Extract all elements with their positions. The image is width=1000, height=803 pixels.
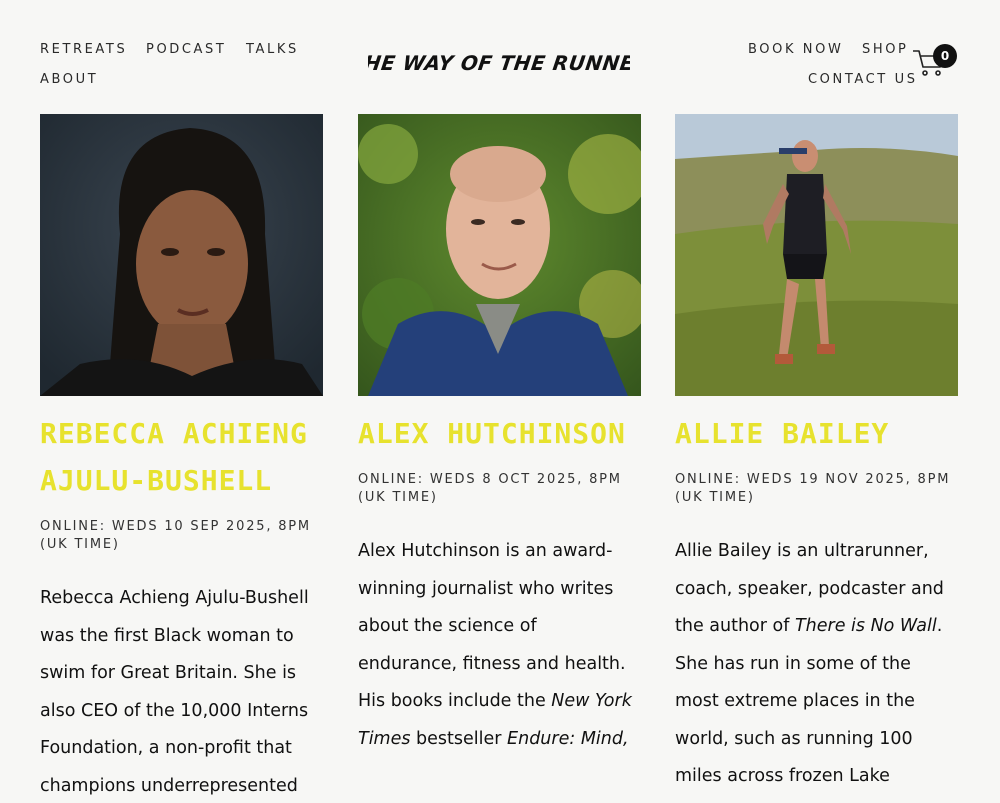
nav-about[interactable]: ABOUT [40,72,98,87]
bio-text: Alex Hutchinson is an award-winning jour… [358,541,626,711]
nav-book-now[interactable]: BOOK NOW [748,42,843,57]
speaker-card: REBECCA ACHIENG AJULU-BUSHELL ONLINE: WE… [40,114,323,803]
speaker-card: ALLIE BAILEY ONLINE: WEDS 19 NOV 2025, 8… [675,114,958,803]
bio-text: Rebecca Achieng Ajulu-Bushell was the fi… [40,588,309,796]
speaker-bio: Allie Bailey is an ultrarunner, coach, s… [675,533,958,803]
speaker-photo[interactable] [675,114,958,396]
speaker-bio: Rebecca Achieng Ajulu-Bushell was the fi… [40,580,323,803]
speaker-name[interactable]: REBECCA ACHIENG AJULU-BUSHELL [40,410,323,504]
site-logo[interactable]: THE WAY OF THE RUNNER [348,42,651,82]
nav-contact-us[interactable]: CONTACT US [808,72,918,87]
speaker-date: ONLINE: WEDS 10 SEP 2025, 8PM (UK TIME) [40,519,311,552]
logo-text: THE WAY OF THE RUNNER [368,51,630,75]
nav-talks[interactable]: TALKS [246,42,299,57]
bio-italic-text: There is No Wall [794,616,937,636]
speaker-date: ONLINE: WEDS 8 OCT 2025, 8PM (UK TIME) [358,472,622,505]
bio-text: bestseller [410,728,508,749]
speaker-date: ONLINE: WEDS 19 NOV 2025, 8PM (UK TIME) [675,472,951,505]
nav-shop[interactable]: SHOP [862,42,909,57]
bio-italic-text: Endure: Mind, [507,728,629,749]
bio-text: . She has run in some of the most extrem… [675,616,943,786]
speaker-card: ALEX HUTCHINSON ONLINE: WEDS 8 OCT 2025,… [358,114,641,758]
speaker-photo[interactable] [40,114,323,396]
cart-count-badge: 0 [933,44,957,68]
speaker-name[interactable]: ALLIE BAILEY [675,410,958,457]
speaker-bio: Alex Hutchinson is an award-winning jour… [358,533,641,758]
speaker-name[interactable]: ALEX HUTCHINSON [358,410,641,457]
nav-retreats[interactable]: RETREATS [40,42,127,57]
speaker-photo[interactable] [358,114,641,396]
nav-podcast[interactable]: PODCAST [146,42,226,57]
